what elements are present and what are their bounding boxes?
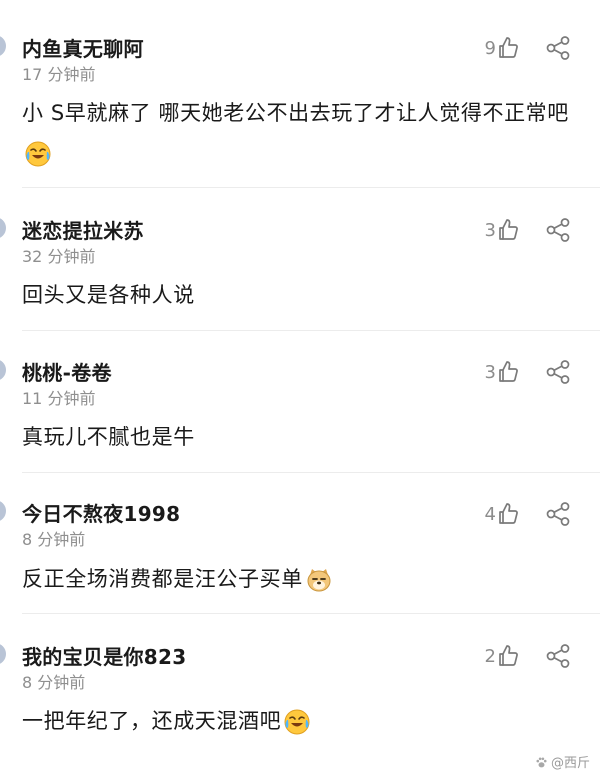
comment-username[interactable]: 迷恋提拉米苏 — [22, 215, 144, 244]
avatar[interactable] — [0, 35, 6, 57]
like-count: 3 — [484, 362, 496, 383]
watermark-text: @西斤 — [550, 756, 590, 771]
avatar[interactable] — [0, 500, 6, 522]
comment-username[interactable]: 我的宝贝是你823 — [22, 641, 186, 670]
thumbs-up-icon[interactable] — [496, 360, 520, 384]
thumbs-up-icon[interactable] — [496, 36, 520, 60]
comment-time: 17 分钟前 — [22, 65, 96, 84]
comment-text: 真玩儿不腻也是牛 — [22, 425, 195, 449]
avatar[interactable] — [0, 217, 6, 239]
share-icon[interactable] — [545, 217, 571, 243]
thumbs-up-icon[interactable] — [496, 502, 520, 526]
doge-emoji — [307, 569, 331, 592]
like-count: 4 — [484, 504, 496, 525]
comment-text-body: 反正全场消费都是汪公子买单 — [22, 567, 303, 591]
divider — [22, 472, 600, 473]
comment-username[interactable]: 内鱼真无聊阿 — [22, 33, 144, 62]
comment-text: 小 S早就麻了 哪天她老公不出去玩了才让人觉得不正常吧 — [22, 93, 577, 173]
share-icon[interactable] — [545, 359, 571, 385]
avatar[interactable] — [0, 359, 6, 381]
share-icon[interactable] — [545, 35, 571, 61]
comment-text: 回头又是各种人说 — [22, 283, 195, 307]
thumbs-up-icon[interactable] — [496, 644, 520, 668]
share-icon[interactable] — [545, 643, 571, 669]
divider — [22, 187, 600, 188]
laugh-cry-emoji — [25, 141, 51, 167]
paw-icon — [536, 757, 547, 768]
like-count: 3 — [484, 220, 496, 241]
comment-text-body: 小 S早就麻了 哪天她老公不出去玩了才让人觉得不正常吧 — [22, 101, 569, 125]
like-count: 2 — [484, 646, 496, 667]
comment-time: 8 分钟前 — [22, 673, 86, 692]
comment-time: 32 分钟前 — [22, 247, 96, 266]
comment-text: 反正全场消费都是汪公子买单 — [22, 559, 577, 599]
divider — [22, 330, 600, 331]
comment-text: 一把年纪了，还成天混酒吧 — [22, 701, 577, 741]
like-count: 9 — [484, 38, 496, 59]
avatar[interactable] — [0, 643, 6, 665]
comment-text-body: 一把年纪了，还成天混酒吧 — [22, 709, 282, 733]
thumbs-up-icon[interactable] — [496, 218, 520, 242]
share-icon[interactable] — [545, 501, 571, 527]
comment-time: 11 分钟前 — [22, 389, 96, 408]
comment-username[interactable]: 桃桃-卷卷 — [22, 357, 112, 386]
watermark: @西斤 — [535, 752, 590, 771]
comment-username[interactable]: 今日不熬夜1998 — [22, 498, 180, 527]
comment-time: 8 分钟前 — [22, 530, 86, 549]
divider — [22, 613, 600, 614]
laugh-cry-emoji — [284, 709, 310, 735]
